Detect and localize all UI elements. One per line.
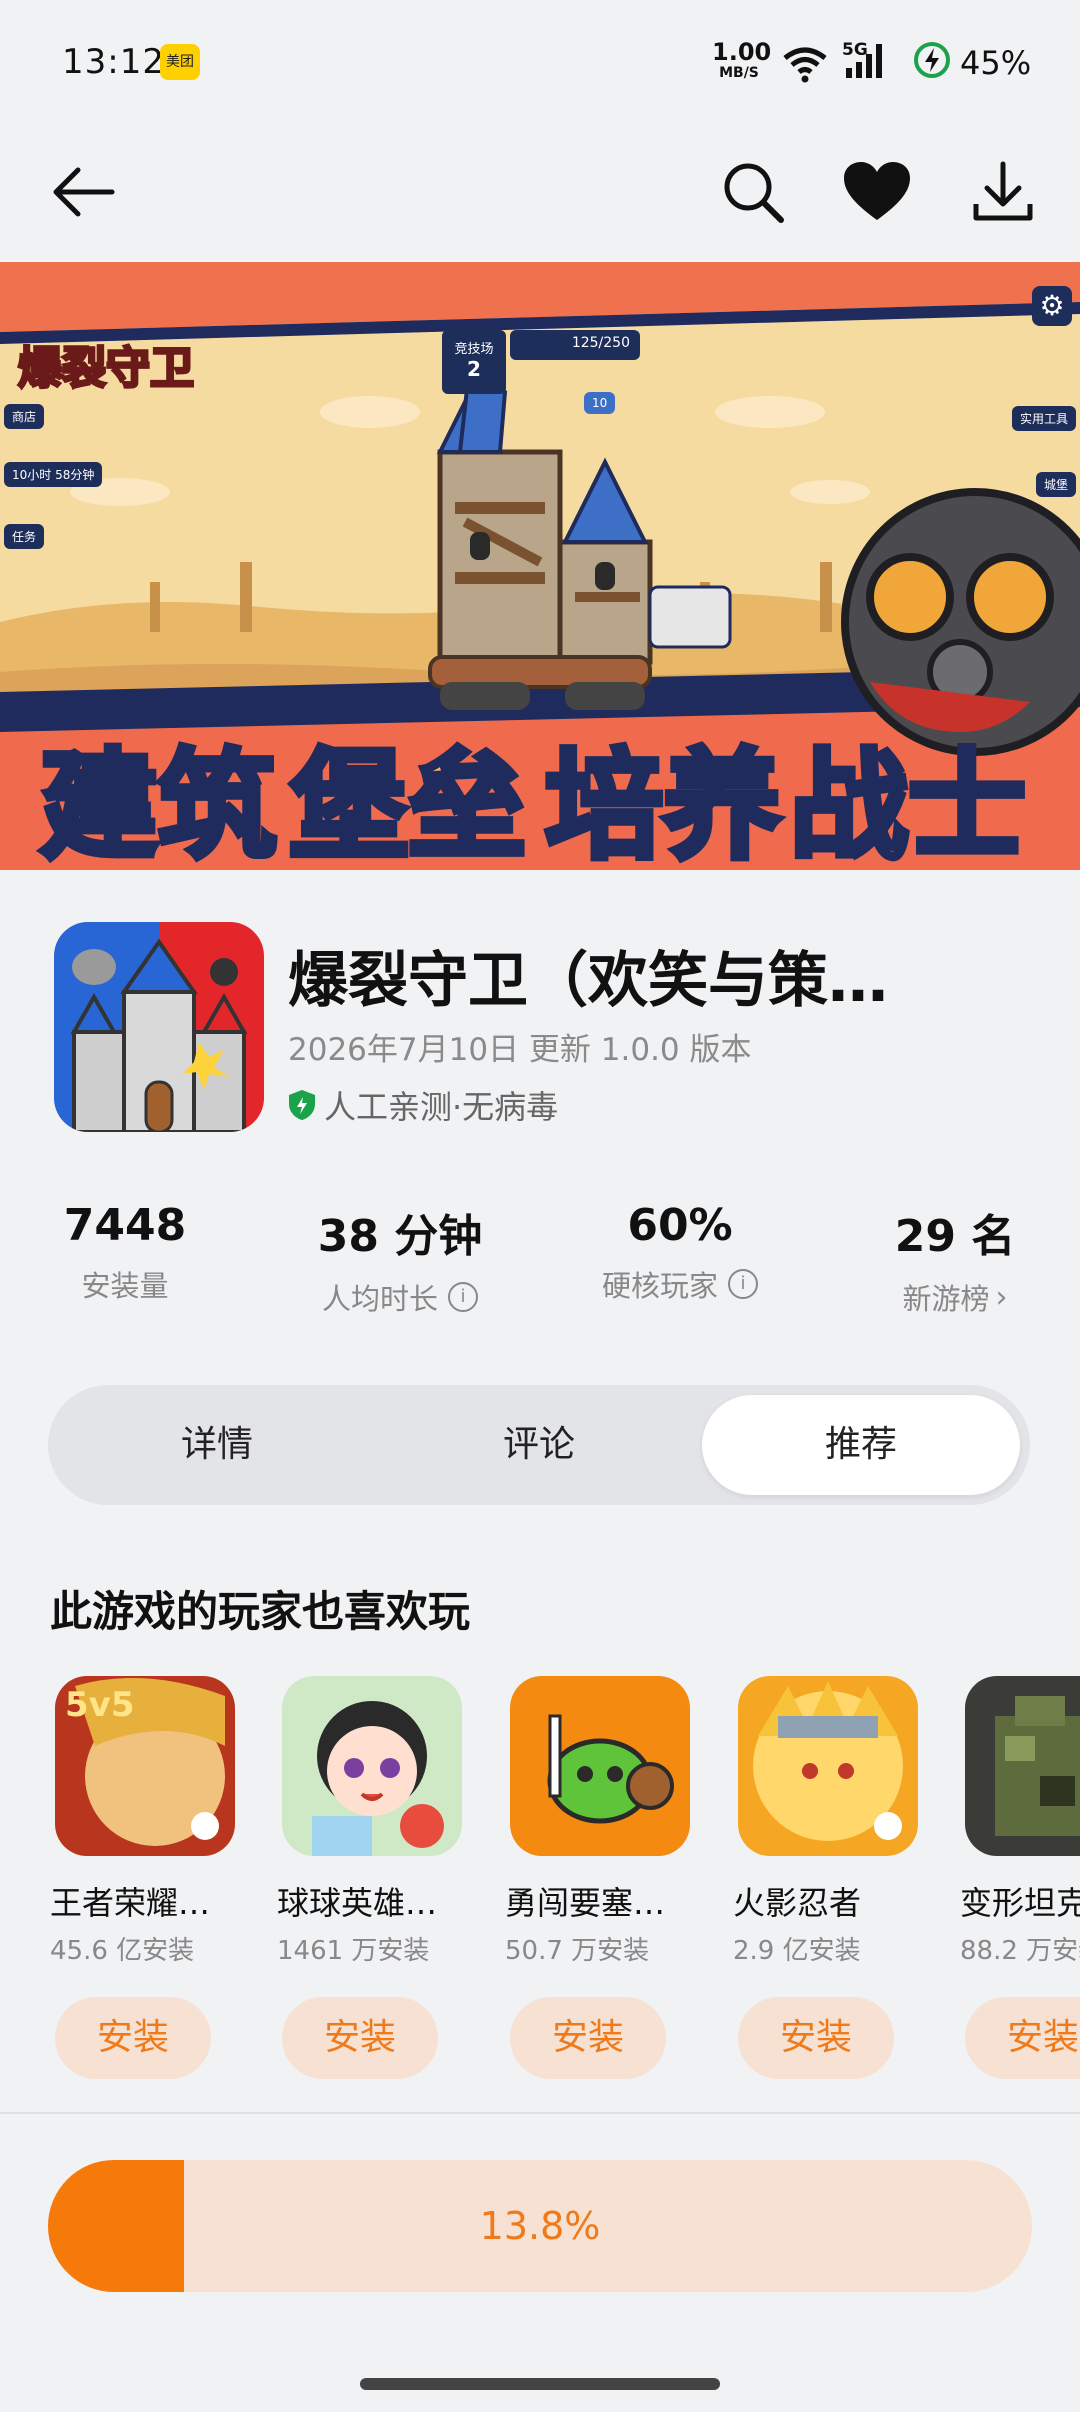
signal-icon: 5G: [842, 40, 902, 80]
net-speed-unit: MB/S: [719, 65, 759, 81]
tab-bar: 详情 评论 推荐: [48, 1385, 1030, 1505]
slogan-part-1: 建筑: [37, 734, 279, 870]
stat-avg-time-label: 人均时长: [321, 1282, 438, 1316]
divider: [0, 2112, 1080, 2114]
recommend-item-installs: 45.6 亿安装: [50, 1936, 195, 1966]
status-bar: 13:12 美团 1.00 MB/S 5G 45%: [0, 0, 1080, 125]
stat-new-rank-label: 新游榜: [902, 1282, 990, 1316]
install-button[interactable]: 安装: [55, 1997, 211, 2079]
slogan-part-2: 堡垒: [287, 734, 529, 870]
banner-gear-icon: ⚙: [1032, 286, 1072, 326]
net-speed: 1.00 MB/S: [712, 38, 772, 81]
stat-hardcore-label: 硬核玩家: [601, 1269, 718, 1303]
tab-details[interactable]: 详情: [58, 1395, 376, 1495]
app-safety-badge: 人工亲测·无病毒: [288, 1082, 558, 1128]
stat-new-rank[interactable]: 29 名 新游榜 ›: [880, 1200, 1030, 1318]
game-logo-text: 爆裂守卫: [17, 342, 196, 396]
recommend-item-installs: 2.9 亿安装: [733, 1936, 861, 1966]
stat-installs-label: 安装量: [81, 1269, 169, 1303]
recommend-item-installs: 88.2 万安装: [960, 1936, 1080, 1966]
heart-icon[interactable]: [832, 147, 922, 237]
game-logo: 爆裂守卫: [14, 302, 196, 402]
game-banner[interactable]: 爆裂守卫 商店 10小时 58分钟 任务 实用工具 城堡 ⚙ 竞技场 2 125…: [0, 262, 1080, 870]
banner-shop-label: 商店: [4, 404, 45, 429]
banner-rank-badge: 竞技场 2: [442, 330, 506, 394]
info-icon[interactable]: i: [448, 1282, 478, 1312]
recommend-item[interactable]: 勇闯要塞… 50.7 万安装 安装: [505, 1676, 695, 2079]
install-button[interactable]: 安装: [282, 1997, 438, 2079]
recommend-item[interactable]: 球球英雄… 1461 万安装 安装: [277, 1676, 467, 2079]
game-icon-transform-tank[interactable]: [965, 1676, 1080, 1856]
recommend-item[interactable]: 5v5 王者荣耀… 45.6 亿安装 安装: [50, 1676, 240, 2079]
info-icon[interactable]: i: [728, 1269, 758, 1299]
stat-new-rank-value: 29 名: [894, 1211, 1016, 1262]
recommend-item[interactable]: 变形坦克 88.2 万安装 安装: [960, 1676, 1080, 2079]
stat-hardcore[interactable]: 60% 硬核玩家 i: [580, 1200, 780, 1305]
game-icon-honor-of-kings[interactable]: 5v5: [55, 1676, 235, 1856]
stat-new-rank-label-row: 新游榜 ›: [880, 1276, 1030, 1318]
shield-check-icon: [289, 1090, 315, 1120]
recommend-item[interactable]: 火影忍者 2.9 亿安装 安装: [733, 1676, 923, 2079]
banner-score: 125/250: [510, 330, 640, 360]
battery-percent: 45%: [960, 44, 1032, 82]
recommend-item-installs: 50.7 万安装: [505, 1936, 650, 1966]
wifi-icon: [783, 47, 827, 83]
home-indicator[interactable]: [360, 2378, 720, 2390]
install-button[interactable]: 安装: [738, 1997, 894, 2079]
slogan-part-3: 培养: [542, 734, 784, 870]
recommend-item-name: 王者荣耀…: [50, 1884, 211, 1922]
tab-recommend[interactable]: 推荐: [702, 1395, 1020, 1495]
recommend-item-name: 火影忍者: [733, 1884, 862, 1922]
recommend-item-name: 变形坦克: [960, 1884, 1080, 1922]
recommend-item-name: 勇闯要塞…: [505, 1884, 666, 1922]
game-icon-fortress[interactable]: [510, 1676, 690, 1856]
stat-hardcore-label-row: 硬核玩家 i: [580, 1263, 780, 1305]
app-safety-text: 人工亲测·无病毒: [324, 1088, 559, 1126]
app-title: 爆裂守卫（欢笑与策…: [288, 946, 888, 1016]
meituan-notification-icon: 美团: [160, 44, 200, 80]
banner-timer-label: 10小时 58分钟: [4, 462, 103, 487]
app-icon: [54, 922, 264, 1132]
banner-slogan: 建筑 堡垒 培养 战士: [0, 702, 1080, 870]
top-nav: [0, 125, 1080, 265]
stat-avg-time[interactable]: 38 分钟 人均时长 i: [300, 1200, 500, 1318]
download-progress-button[interactable]: 13.8%: [48, 2160, 1032, 2292]
recommend-section-title: 此游戏的玩家也喜欢玩: [50, 1587, 471, 1636]
download-progress-text: 13.8%: [479, 2204, 601, 2248]
stat-installs: 7448 安装量: [50, 1200, 200, 1305]
search-icon[interactable]: [708, 147, 798, 237]
battery-icon: [914, 42, 950, 78]
install-button[interactable]: 安装: [510, 1997, 666, 2079]
back-arrow-icon[interactable]: [38, 147, 128, 237]
banner-castle-label: 城堡: [1035, 472, 1076, 497]
banner-task-label: 任务: [4, 524, 45, 549]
banner-rank-value: 2: [467, 357, 481, 381]
svg-text:5v5: 5v5: [65, 1685, 134, 1725]
chevron-right-icon: ›: [995, 1279, 1008, 1315]
stat-installs-value: 7448: [63, 1200, 187, 1251]
stat-avg-time-value: 38 分钟: [317, 1211, 483, 1262]
net-speed-value: 1.00: [712, 38, 772, 66]
banner-level-badge: 10: [584, 392, 616, 414]
recommend-item-name: 球球英雄…: [277, 1884, 438, 1922]
app-update-info: 2026年7月10日 更新 1.0.0 版本: [288, 1032, 752, 1068]
game-icon-ball-hero[interactable]: [282, 1676, 462, 1856]
download-icon[interactable]: [958, 147, 1048, 237]
slogan-part-4: 战士: [787, 734, 1029, 870]
install-button[interactable]: 安装: [965, 1997, 1080, 2079]
tab-comments[interactable]: 评论: [380, 1395, 698, 1495]
stat-avg-time-label-row: 人均时长 i: [300, 1276, 500, 1318]
banner-tools-label: 实用工具: [1011, 406, 1076, 431]
stat-hardcore-value: 60%: [627, 1200, 733, 1251]
game-icon-naruto[interactable]: [738, 1676, 918, 1856]
recommend-item-installs: 1461 万安装: [277, 1936, 430, 1966]
status-time: 13:12: [62, 42, 165, 82]
banner-rank-label: 竞技场: [454, 342, 494, 357]
recommend-list: 5v5 王者荣耀… 45.6 亿安装 安装 球球英雄… 1461 万安装 安装: [0, 1676, 1080, 2096]
